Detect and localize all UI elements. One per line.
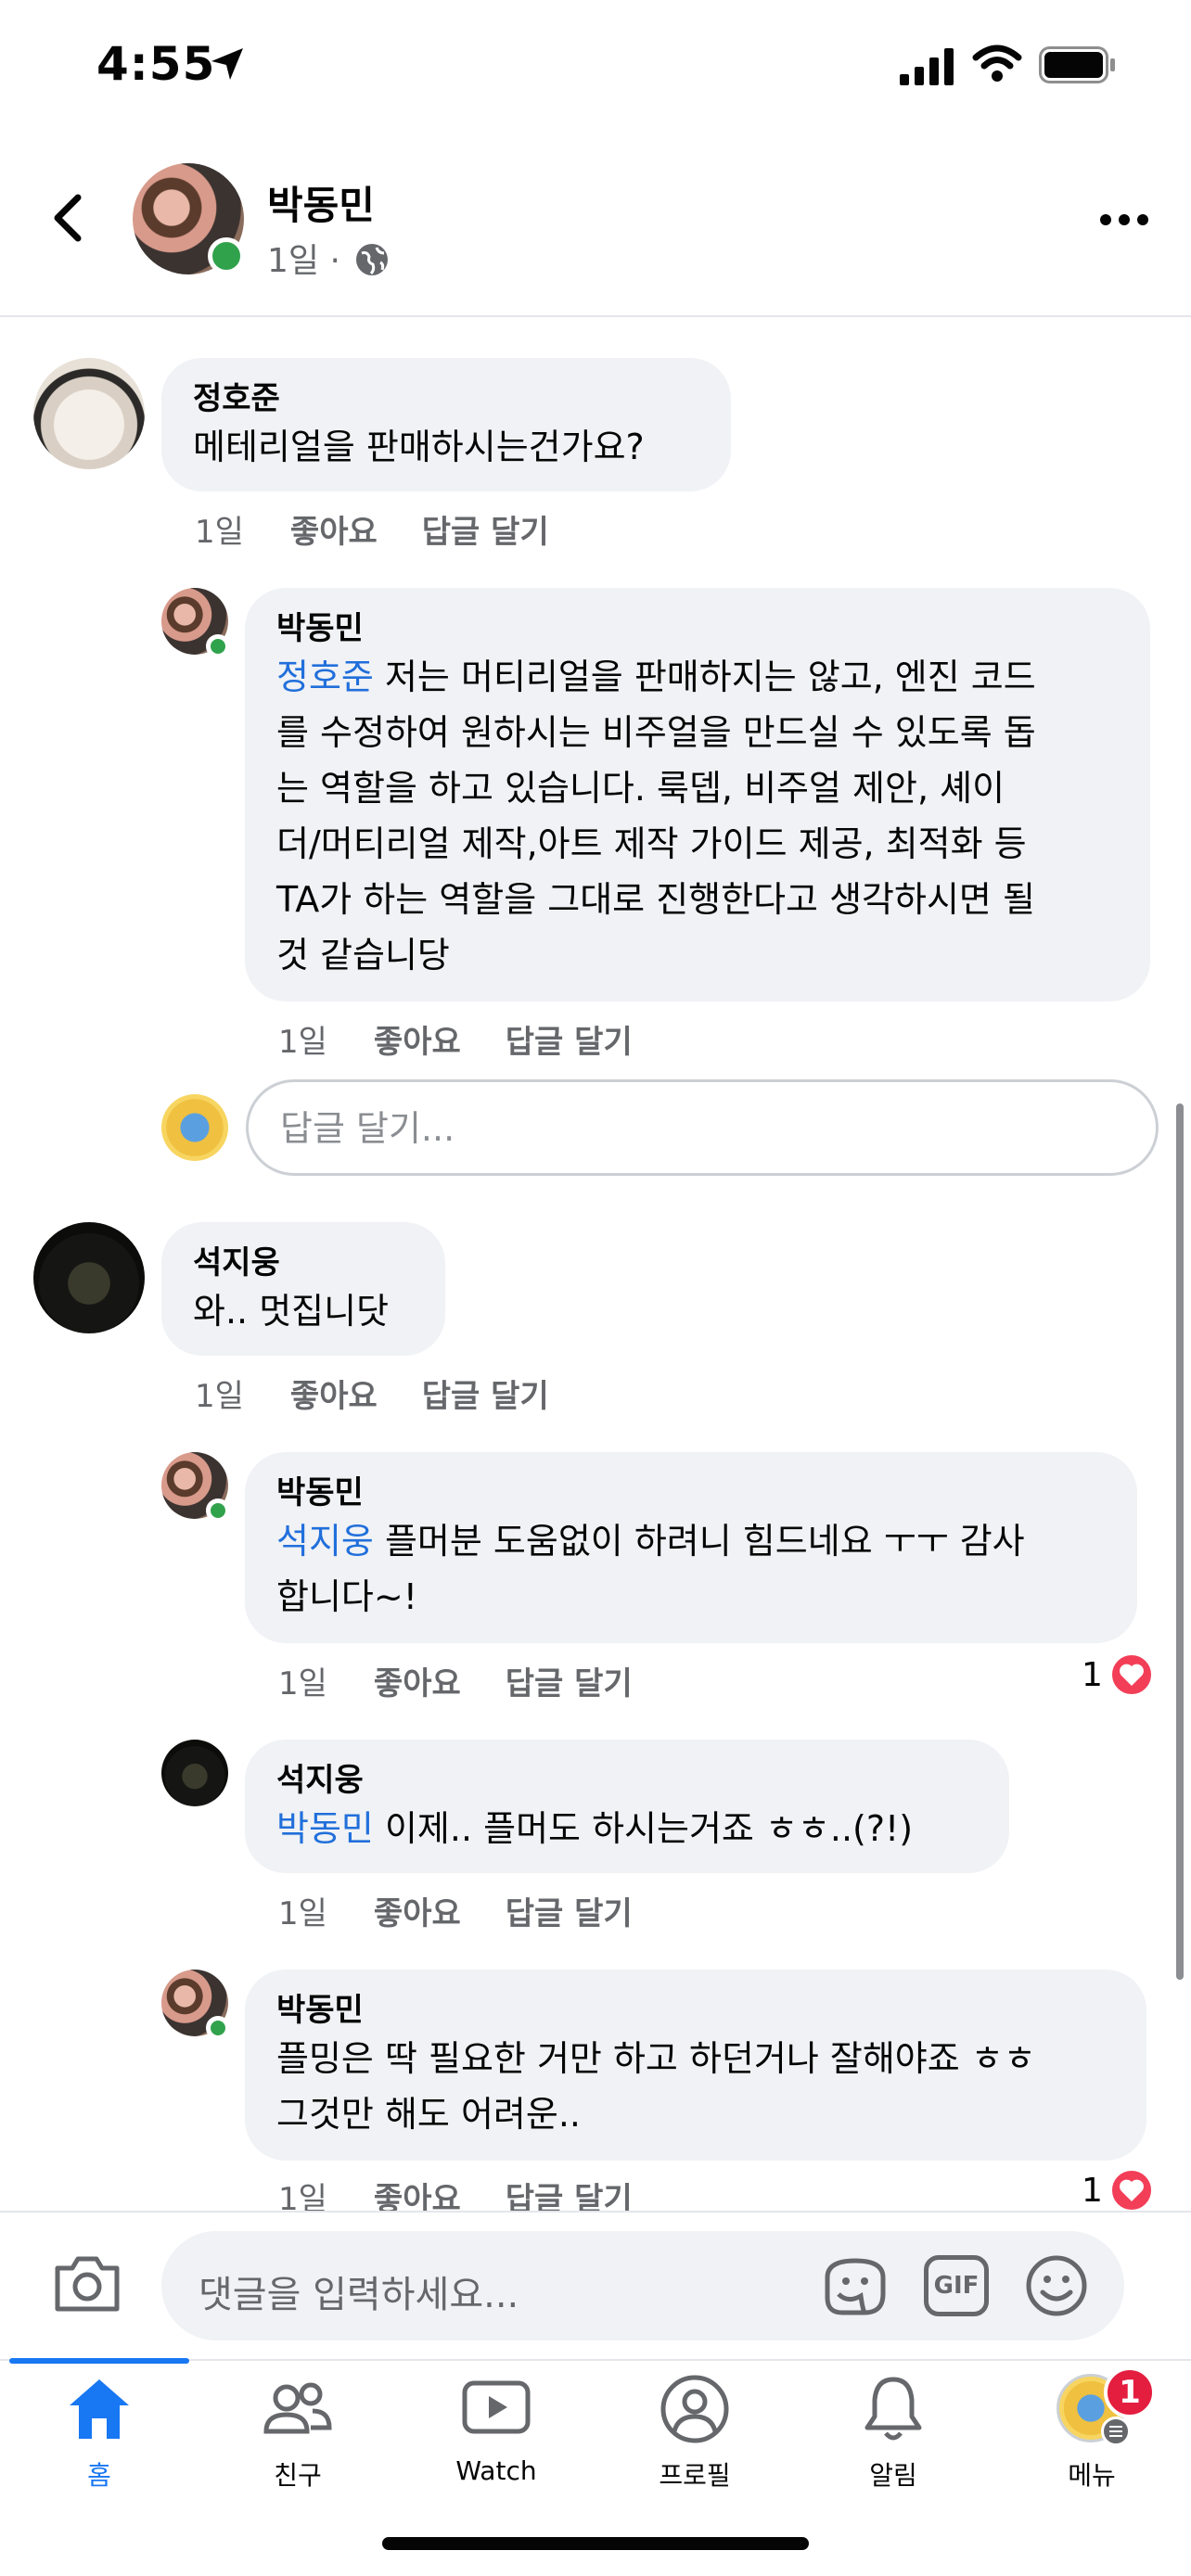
reply-input[interactable]: 답글 달기... bbox=[246, 1079, 1159, 1176]
like-button[interactable]: 좋아요 bbox=[374, 1024, 461, 1061]
post-time: 1일 · bbox=[267, 242, 340, 280]
home-indicator bbox=[382, 2537, 809, 2550]
scrollbar[interactable] bbox=[1176, 1103, 1184, 1980]
battery-icon bbox=[1039, 46, 1115, 83]
globe-icon bbox=[356, 244, 389, 275]
online-indicator bbox=[206, 1498, 230, 1523]
comment-actions: 1일 좋아요 답글 달기 bbox=[278, 1658, 677, 1703]
more-options-icon[interactable] bbox=[1096, 206, 1152, 234]
reaction-count[interactable]: 1 bbox=[1082, 2172, 1103, 2210]
tab-menu[interactable]: 메뉴 bbox=[992, 2374, 1191, 2504]
comment-text: 정호준 저는 머티리얼을 판매하지는 않고, 엔진 코드 를 수정하여 원하시는 … bbox=[276, 657, 1036, 976]
online-indicator bbox=[206, 2016, 230, 2040]
tab-friends[interactable]: 친구 bbox=[198, 2374, 397, 2504]
location-arrow-icon bbox=[211, 48, 243, 80]
commenter-name[interactable]: 박동민 bbox=[276, 608, 1119, 649]
wifi-icon bbox=[972, 45, 1022, 82]
comment-text: 와.. 멋집니닷 bbox=[193, 1291, 390, 1332]
gif-button[interactable]: GIF bbox=[924, 2255, 989, 2316]
reply-button[interactable]: 답글 달기 bbox=[506, 1665, 633, 1702]
tab-home[interactable]: 홈 bbox=[0, 2374, 198, 2504]
comment-time: 1일 bbox=[195, 1378, 244, 1415]
like-button[interactable]: 좋아요 bbox=[374, 1665, 461, 1702]
tab-profile[interactable]: 프로필 bbox=[596, 2374, 794, 2504]
comment-time: 1일 bbox=[195, 514, 244, 551]
commenter-name[interactable]: 석지웅 bbox=[193, 1243, 414, 1283]
online-indicator bbox=[208, 237, 245, 274]
comment-bubble: 석지웅 박동민 이제.. 플머도 하시는거죠 ㅎㅎ..(?!) bbox=[245, 1740, 1009, 1873]
comment-text: 메테리얼을 판매하시는건가요? bbox=[193, 427, 645, 467]
comment-bubble: 정호준 메테리얼을 판매하시는건가요? bbox=[161, 358, 731, 491]
tab-label: 메뉴 bbox=[1068, 2460, 1116, 2491]
comment-actions: 1일 좋아요 답글 달기 bbox=[195, 506, 594, 552]
home-icon bbox=[70, 2379, 129, 2439]
like-button[interactable]: 좋아요 bbox=[290, 514, 378, 551]
heart-reaction-icon bbox=[1109, 1652, 1154, 1697]
reaction-count[interactable]: 1 bbox=[1082, 1656, 1103, 1694]
heart-reaction-icon bbox=[1109, 2168, 1154, 2213]
tab-label: 친구 bbox=[274, 2460, 322, 2491]
comment-text: 플밍은 딱 필요한 거만 하고 하던거나 잘해야죠 ㅎㅎ 그것만 해도 어려운.. bbox=[276, 2038, 1036, 2135]
comment-bubble: 석지웅 와.. 멋집니닷 bbox=[161, 1222, 445, 1356]
reply-button[interactable]: 답글 달기 bbox=[422, 1378, 549, 1415]
reply-button[interactable]: 답글 달기 bbox=[506, 1895, 633, 1932]
post-meta: 1일 · bbox=[267, 234, 390, 282]
status-time: 4:55 bbox=[96, 37, 216, 91]
comment-text: 박동민 이제.. 플머도 하시는거죠 ㅎㅎ..(?!) bbox=[276, 1808, 914, 1849]
tab-label: 알림 bbox=[869, 2460, 917, 2491]
comment-bubble: 박동민 석지웅 플머분 도움없이 하려니 힘드네요 ㅜㅜ 감사 합니다~! bbox=[245, 1452, 1137, 1643]
mention-link[interactable]: 정호준 bbox=[276, 657, 374, 697]
commenter-avatar[interactable] bbox=[161, 1740, 228, 1806]
comment-time: 1일 bbox=[278, 1895, 327, 1932]
comment-actions: 1일 좋아요 답글 달기 bbox=[195, 1371, 594, 1416]
comment-text: 석지웅 플머분 도움없이 하려니 힘드네요 ㅜㅜ 감사 합니다~! bbox=[276, 1521, 1025, 1617]
like-button[interactable]: 좋아요 bbox=[290, 1378, 378, 1415]
reply-button[interactable]: 답글 달기 bbox=[422, 514, 549, 551]
friends-icon bbox=[263, 2382, 332, 2434]
menu-icon bbox=[1101, 2417, 1131, 2446]
emoji-icon[interactable] bbox=[1024, 2253, 1089, 2318]
commenter-avatar[interactable] bbox=[33, 358, 145, 469]
reply-button[interactable]: 답글 달기 bbox=[506, 1024, 633, 1061]
tab-label: Watch bbox=[455, 2455, 537, 2486]
watch-icon bbox=[462, 2380, 531, 2434]
commenter-name[interactable]: 정호준 bbox=[193, 378, 699, 419]
comment-bubble: 박동민 플밍은 딱 필요한 거만 하고 하던거나 잘해야죠 ㅎㅎ 그것만 해도 어… bbox=[245, 1970, 1146, 2161]
tab-watch[interactable]: Watch bbox=[397, 2374, 596, 2504]
active-tab-indicator bbox=[9, 2358, 189, 2364]
mention-link[interactable]: 석지웅 bbox=[276, 1521, 374, 1562]
author-name[interactable]: 박동민 bbox=[267, 174, 375, 231]
comment-actions: 1일 좋아요 답글 달기 bbox=[278, 1888, 677, 1933]
mention-link[interactable]: 박동민 bbox=[276, 1808, 374, 1849]
my-avatar bbox=[161, 1094, 228, 1161]
cellular-signal-icon bbox=[900, 48, 954, 85]
back-arrow-icon[interactable] bbox=[45, 190, 91, 246]
tab-label: 홈 bbox=[87, 2460, 111, 2491]
commenter-name[interactable]: 박동민 bbox=[276, 1473, 1106, 1513]
tab-label: 프로필 bbox=[659, 2460, 731, 2491]
profile-icon bbox=[660, 2375, 729, 2443]
tab-notifications[interactable]: 알림 bbox=[794, 2374, 992, 2504]
camera-icon[interactable] bbox=[52, 2253, 122, 2315]
commenter-name[interactable]: 박동민 bbox=[276, 1990, 1115, 2031]
comment-time: 1일 bbox=[278, 1024, 327, 1061]
commenter-avatar[interactable] bbox=[33, 1222, 145, 1333]
notification-badge: 1 bbox=[1104, 2366, 1156, 2418]
like-button[interactable]: 좋아요 bbox=[374, 1895, 461, 1932]
commenter-name[interactable]: 석지웅 bbox=[276, 1760, 978, 1801]
online-indicator bbox=[206, 634, 230, 658]
bell-icon bbox=[864, 2377, 922, 2441]
comment-actions: 1일 좋아요 답글 달기 bbox=[278, 1016, 677, 1062]
comment-time: 1일 bbox=[278, 1665, 327, 1702]
sticker-icon[interactable] bbox=[820, 2253, 890, 2320]
comment-bubble: 박동민 정호준 저는 머티리얼을 판매하지는 않고, 엔진 코드 를 수정하여 원… bbox=[245, 588, 1150, 1001]
